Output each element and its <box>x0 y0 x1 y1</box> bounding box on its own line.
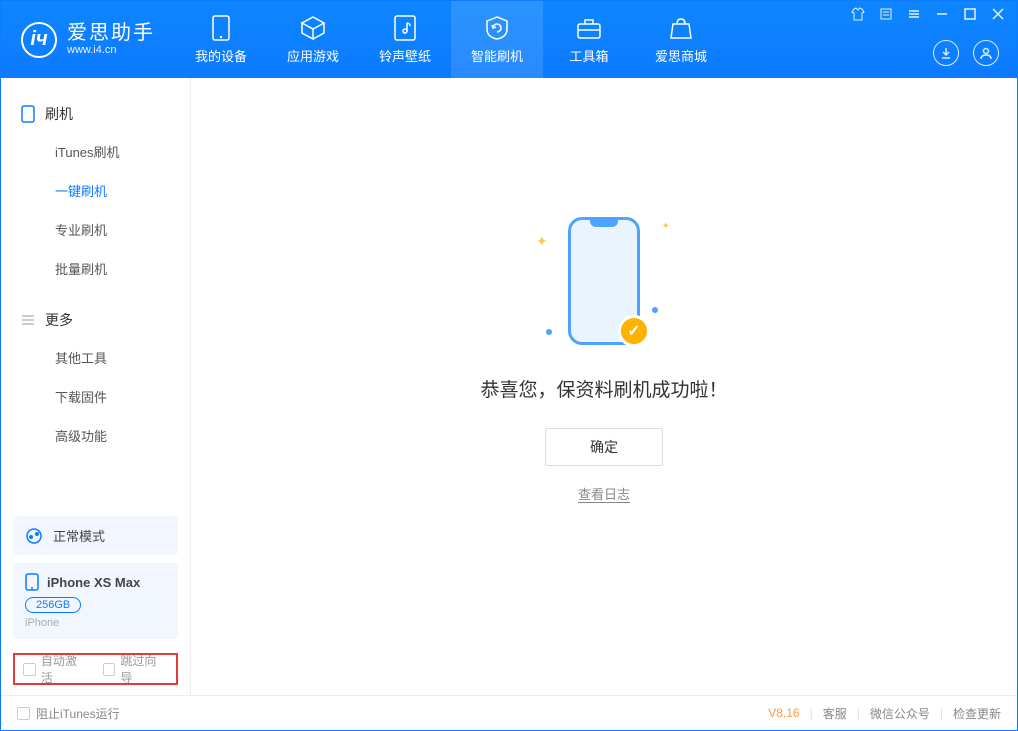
logo-area: iч 爱思助手 www.i4.cn <box>1 1 175 78</box>
nav-tab-my-device[interactable]: 我的设备 <box>175 1 267 78</box>
normal-mode-icon <box>25 527 43 545</box>
sidebar-item-oneclick-flash[interactable]: 一键刷机 <box>1 171 190 210</box>
list-icon <box>21 313 35 327</box>
nav-label: 智能刷机 <box>471 46 523 65</box>
menu-icon[interactable] <box>907 7 921 21</box>
maximize-icon[interactable] <box>963 7 977 21</box>
checkbox-icon <box>23 663 36 676</box>
sidebar-item-other-tools[interactable]: 其他工具 <box>1 338 190 377</box>
device-name-text: iPhone XS Max <box>47 575 140 590</box>
toolbox-icon <box>576 14 602 42</box>
skip-guide-checkbox[interactable]: 跳过向导 <box>103 652 169 686</box>
shirt-icon[interactable] <box>851 7 865 21</box>
app-header: iч 爱思助手 www.i4.cn 我的设备 应用游戏 铃声壁纸 智能刷机 工具… <box>1 1 1017 78</box>
note-icon[interactable] <box>879 7 893 21</box>
version-label: V8.16 <box>768 706 799 720</box>
window-controls <box>851 7 1005 21</box>
cube-icon <box>300 14 326 42</box>
success-message: 恭喜您，保资料刷机成功啦！ <box>480 375 727 402</box>
music-file-icon <box>394 14 416 42</box>
sidebar-item-advanced[interactable]: 高级功能 <box>1 416 190 455</box>
logo-icon: iч <box>21 22 57 58</box>
device-capacity: 256GB <box>25 597 81 613</box>
check-update-link[interactable]: 检查更新 <box>953 705 1001 722</box>
sidebar-item-batch-flash[interactable]: 批量刷机 <box>1 249 190 288</box>
bottom-options-highlight: 自动激活 跳过向导 <box>13 653 178 685</box>
app-subtitle: www.i4.cn <box>67 44 155 56</box>
device-info-box[interactable]: iPhone XS Max 256GB iPhone <box>13 563 178 639</box>
bag-icon <box>669 14 693 42</box>
nav-label: 我的设备 <box>195 46 247 65</box>
nav-label: 应用游戏 <box>287 46 339 65</box>
block-itunes-checkbox-label[interactable]: 阻止iTunes运行 <box>36 705 120 722</box>
nav-tab-ringtone[interactable]: 铃声壁纸 <box>359 1 451 78</box>
device-status-text: 正常模式 <box>53 526 105 545</box>
sidebar-group-flash: 刷机 <box>1 96 190 132</box>
nav-tab-apps[interactable]: 应用游戏 <box>267 1 359 78</box>
support-link[interactable]: 客服 <box>823 705 847 722</box>
auto-activate-checkbox[interactable]: 自动激活 <box>23 652 89 686</box>
nav-label: 爱思商城 <box>655 46 707 65</box>
checkbox-icon[interactable] <box>17 707 30 720</box>
sidebar-item-pro-flash[interactable]: 专业刷机 <box>1 210 190 249</box>
nav-tab-store[interactable]: 爱思商城 <box>635 1 727 78</box>
main-content: ✦ ✦ ✓ 恭喜您，保资料刷机成功啦！ 确定 查看日志 <box>191 78 1017 695</box>
nav-tab-flash[interactable]: 智能刷机 <box>451 1 543 78</box>
sidebar-item-itunes-flash[interactable]: iTunes刷机 <box>1 132 190 171</box>
device-icon <box>212 14 230 42</box>
nav-tab-toolbox[interactable]: 工具箱 <box>543 1 635 78</box>
phone-outline-icon <box>21 105 35 123</box>
checkbox-icon <box>103 663 116 676</box>
download-button[interactable] <box>933 40 959 66</box>
success-illustration: ✦ ✦ ✓ <box>524 211 684 351</box>
sidebar: 刷机 iTunes刷机 一键刷机 专业刷机 批量刷机 更多 其他工具 下载固件 … <box>1 78 191 695</box>
minimize-icon[interactable] <box>935 7 949 21</box>
nav-tabs: 我的设备 应用游戏 铃声壁纸 智能刷机 工具箱 爱思商城 <box>175 1 727 78</box>
app-title: 爱思助手 <box>67 22 155 44</box>
sidebar-item-download-firmware[interactable]: 下载固件 <box>1 377 190 416</box>
device-type: iPhone <box>25 617 166 629</box>
wechat-link[interactable]: 微信公众号 <box>870 705 930 722</box>
sidebar-group-more: 更多 <box>1 302 190 338</box>
footer: 阻止iTunes运行 V8.16 | 客服 | 微信公众号 | 检查更新 <box>1 695 1017 730</box>
refresh-shield-icon <box>484 14 510 42</box>
close-icon[interactable] <box>991 7 1005 21</box>
confirm-button[interactable]: 确定 <box>545 428 663 466</box>
user-button[interactable] <box>973 40 999 66</box>
device-phone-icon <box>25 573 39 591</box>
device-status-box[interactable]: 正常模式 <box>13 516 178 555</box>
nav-label: 工具箱 <box>569 46 608 65</box>
nav-label: 铃声壁纸 <box>379 46 431 65</box>
view-log-link[interactable]: 查看日志 <box>578 484 630 503</box>
check-badge-icon: ✓ <box>618 315 650 347</box>
